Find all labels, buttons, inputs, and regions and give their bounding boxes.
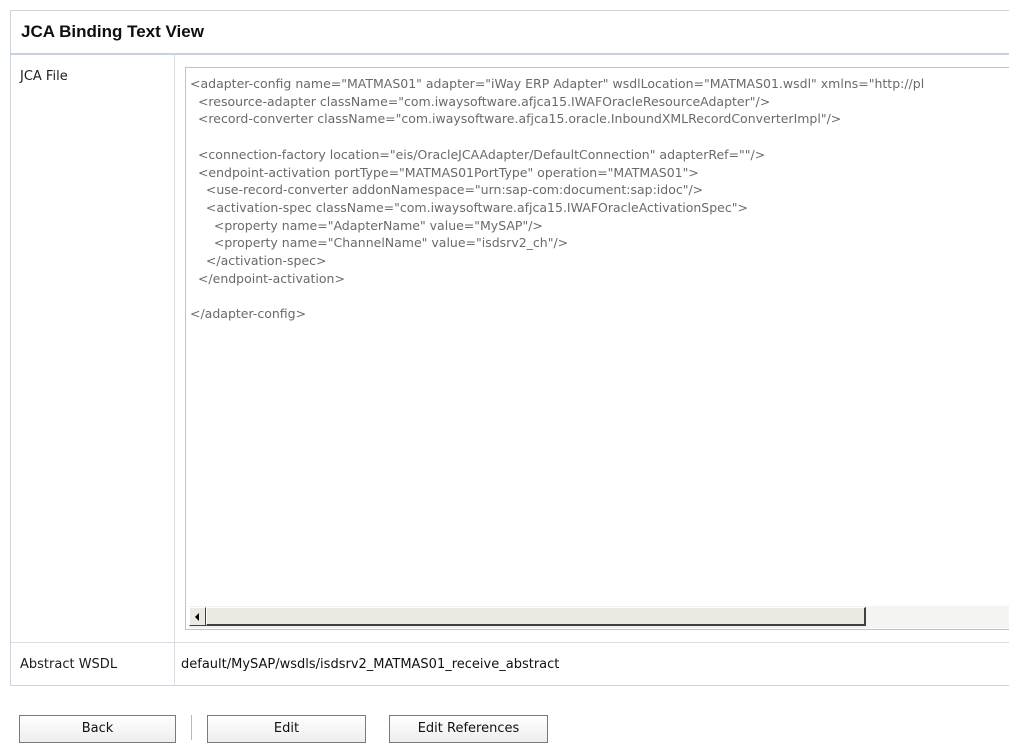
button-separator bbox=[191, 715, 192, 740]
scroll-left-arrow-icon bbox=[195, 613, 199, 621]
scroll-left-button[interactable] bbox=[189, 607, 206, 626]
jca-file-content[interactable]: <adapter-config name="MATMAS01" adapter=… bbox=[190, 75, 924, 323]
abstract-wsdl-label: Abstract WSDL bbox=[20, 657, 118, 672]
jca-file-textarea[interactable]: <adapter-config name="MATMAS01" adapter=… bbox=[185, 67, 1009, 630]
jca-file-label: JCA File bbox=[20, 69, 68, 84]
jca-binding-panel: JCA Binding Text View JCA File Abstract … bbox=[10, 10, 1009, 686]
horizontal-scrollbar[interactable] bbox=[189, 606, 1009, 628]
panel-header: JCA Binding Text View bbox=[11, 11, 1009, 55]
column-divider bbox=[174, 55, 175, 686]
scrollbar-track[interactable] bbox=[866, 606, 1009, 628]
edit-references-button[interactable]: Edit References bbox=[389, 715, 548, 743]
row-divider bbox=[11, 642, 1009, 643]
scrollbar-thumb[interactable] bbox=[206, 607, 866, 626]
back-button[interactable]: Back bbox=[19, 715, 176, 743]
edit-button[interactable]: Edit bbox=[207, 715, 366, 743]
page-title: JCA Binding Text View bbox=[21, 22, 204, 41]
abstract-wsdl-value: default/MySAP/wsdls/isdsrv2_MATMAS01_rec… bbox=[181, 657, 560, 672]
